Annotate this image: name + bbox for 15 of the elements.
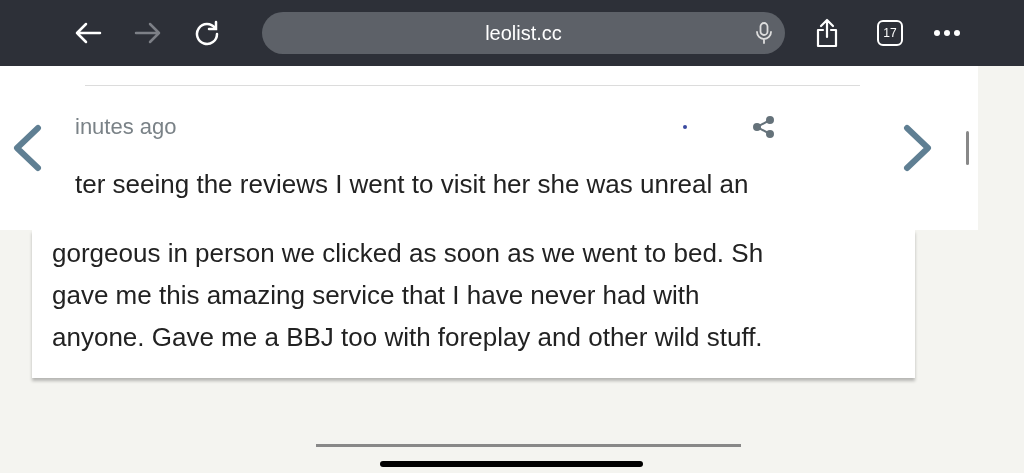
scroll-indicator	[966, 131, 969, 165]
dot-icon	[682, 124, 687, 129]
review-text: gorgeous in person we clicked as soon as we went to bed. Sh gave me this amazing service that I have never had with anyone. Gave me a BBJ too with foreplay and other wild stuff.	[52, 237, 765, 354]
microphone-icon[interactable]	[755, 21, 773, 45]
timestamp: inutes ago	[75, 113, 177, 141]
previous-chevron-icon[interactable]	[12, 124, 42, 172]
tab-count[interactable]: 17	[877, 20, 903, 46]
more-icon[interactable]	[934, 30, 960, 36]
next-chevron-icon[interactable]	[903, 124, 933, 172]
url-text: leolist.cc	[485, 21, 562, 46]
address-bar[interactable]: leolist.cc	[262, 12, 785, 54]
review-text: ter seeing the reviews I went to visit her she was unreal an	[75, 168, 750, 201]
share-icon[interactable]	[815, 18, 839, 48]
back-icon[interactable]	[74, 21, 102, 45]
reload-icon[interactable]	[194, 20, 220, 46]
